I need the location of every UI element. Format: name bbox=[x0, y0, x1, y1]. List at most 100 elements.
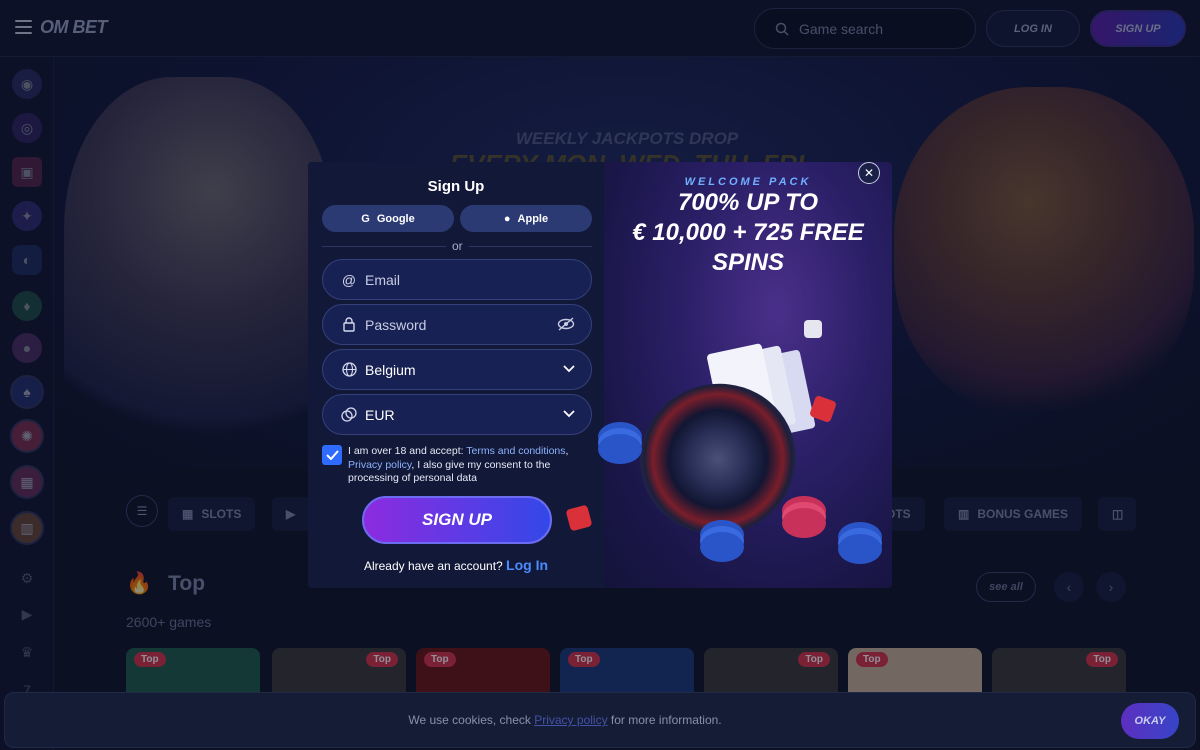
section-title-text: Top bbox=[168, 572, 206, 595]
signup-submit-button[interactable]: SIGN UP bbox=[362, 496, 552, 544]
site-logo[interactable]: OM BET bbox=[40, 17, 108, 38]
sidebar: ◉ ◎ ▣ ✦ ◐ ♦ ● ♠ ✺ ▦ ▥ ⚙ ▶ ♛ 7 bbox=[0, 57, 54, 750]
chevron-down-icon bbox=[563, 362, 575, 376]
welcome-pack-label: WELCOME PACK bbox=[684, 176, 812, 188]
okay-button[interactable]: OKAY bbox=[1121, 703, 1179, 739]
login-prompt: Already have an account? Log In bbox=[308, 557, 604, 573]
country-select[interactable]: Belgium bbox=[322, 349, 592, 390]
video-icon[interactable]: ▶ bbox=[12, 599, 42, 629]
cookie-text: We use cookies, check Privacy policy for… bbox=[5, 713, 1125, 727]
table-icon: ◫ bbox=[1112, 507, 1124, 521]
privacy-policy-link[interactable]: Privacy policy bbox=[534, 713, 607, 727]
controller-icon[interactable]: ◐ bbox=[12, 245, 42, 275]
gift-icon[interactable]: ▦ bbox=[10, 465, 44, 499]
apple-icon: ● bbox=[503, 212, 511, 225]
globe-icon[interactable]: ◉ bbox=[12, 69, 42, 99]
cookie-text-before: We use cookies, check bbox=[408, 713, 535, 727]
chest-icon[interactable]: ▣ bbox=[12, 157, 42, 187]
settings-icon[interactable]: ⚙ bbox=[12, 563, 42, 593]
vip-icon[interactable]: ♛ bbox=[12, 637, 42, 667]
google-icon: G bbox=[361, 212, 370, 225]
signup-modal: Sign Up G Google ● Apple or @ Email Pass… bbox=[308, 162, 892, 588]
checkmark-icon bbox=[325, 450, 339, 460]
offer-line-1: 700% UP TO bbox=[677, 189, 819, 216]
or-separator: or bbox=[446, 239, 469, 253]
offer-line-2: € 10,000 + 725 FREE bbox=[632, 219, 864, 246]
fire-icon: 🔥 bbox=[126, 572, 153, 595]
currency-select[interactable]: EUR bbox=[322, 394, 592, 435]
video-icon: ▶ bbox=[286, 507, 296, 521]
section-title: 🔥 Top bbox=[126, 572, 205, 596]
top-badge: Top bbox=[366, 652, 398, 667]
coins-icon bbox=[341, 407, 357, 423]
poker-chip-icon[interactable]: ♠ bbox=[10, 375, 44, 409]
close-icon[interactable]: ✕ bbox=[858, 162, 880, 184]
magic-icon[interactable]: ✦ bbox=[12, 201, 42, 231]
privacy-link[interactable]: Privacy policy bbox=[348, 459, 411, 471]
wheel-icon[interactable]: ✺ bbox=[10, 419, 44, 453]
game-search-input[interactable]: Game search bbox=[754, 8, 976, 49]
tab-slots[interactable]: ▦ SLOTS bbox=[168, 497, 256, 531]
terms-prefix: I am over 18 and accept: bbox=[348, 445, 467, 457]
already-text: Already have an account? bbox=[363, 559, 507, 573]
next-arrow-icon[interactable]: › bbox=[1096, 572, 1126, 602]
fruit-icon[interactable]: ♦ bbox=[12, 291, 42, 321]
modal-title: Sign Up bbox=[427, 178, 485, 195]
tab-bonus-games[interactable]: ▥ BONUS GAMES bbox=[944, 497, 1083, 531]
top-badge: Top bbox=[798, 652, 830, 667]
at-icon: @ bbox=[341, 271, 357, 288]
email-placeholder: Email bbox=[365, 271, 401, 288]
chips-image bbox=[700, 532, 744, 562]
menu-icon[interactable] bbox=[15, 20, 32, 34]
chips-image bbox=[598, 434, 642, 464]
login-button[interactable]: LOG IN bbox=[986, 10, 1080, 47]
google-label: Google bbox=[376, 212, 415, 225]
see-all-button[interactable]: see all bbox=[976, 572, 1036, 602]
country-value: Belgium bbox=[365, 361, 416, 378]
top-badge: Top bbox=[856, 652, 888, 667]
top-badge: Top bbox=[1086, 652, 1118, 667]
chips-image bbox=[838, 534, 882, 564]
terms-comma: , bbox=[565, 445, 569, 457]
email-field[interactable]: @ Email bbox=[322, 259, 592, 300]
globe-icon bbox=[341, 362, 357, 378]
signup-form: Sign Up G Google ● Apple or @ Email Pass… bbox=[308, 162, 608, 588]
terms-checkbox[interactable] bbox=[322, 445, 342, 465]
target-icon[interactable]: ◎ bbox=[12, 113, 42, 143]
top-badge: Top bbox=[424, 652, 456, 667]
tab-table-games[interactable]: ◫ bbox=[1098, 497, 1136, 531]
top-bar: OM BET Game search LOG IN SIGN UP bbox=[0, 0, 1200, 57]
top-badge: Top bbox=[134, 652, 166, 667]
tab-label: SLOTS bbox=[201, 507, 242, 521]
terms-text: I am over 18 and accept: Terms and condi… bbox=[348, 445, 588, 486]
tab-label: BONUS GAMES bbox=[977, 507, 1069, 521]
eye-hidden-icon[interactable] bbox=[557, 317, 575, 334]
dice-image bbox=[804, 320, 822, 338]
prev-arrow-icon[interactable]: ‹ bbox=[1054, 572, 1084, 602]
welcome-offer: 700% UP TO € 10,000 + 725 FREE SPINS bbox=[604, 188, 892, 278]
currency-value: EUR bbox=[365, 406, 395, 423]
chevron-down-icon bbox=[563, 407, 575, 421]
terms-link[interactable]: Terms and conditions bbox=[466, 445, 565, 457]
games-count: 2600+ games bbox=[126, 614, 212, 630]
header-signup-button[interactable]: SIGN UP bbox=[1090, 10, 1186, 47]
chips-image bbox=[782, 508, 826, 538]
top-badge: Top bbox=[568, 652, 600, 667]
lock-icon bbox=[341, 317, 357, 333]
tournament-icon[interactable]: ▥ bbox=[10, 511, 44, 545]
search-placeholder: Game search bbox=[799, 20, 884, 37]
cookie-banner: We use cookies, check Privacy policy for… bbox=[4, 692, 1196, 748]
apple-signup-button[interactable]: ● Apple bbox=[460, 205, 592, 232]
google-signup-button[interactable]: G Google bbox=[322, 205, 454, 232]
cupcake-icon[interactable]: ● bbox=[12, 333, 42, 363]
slot-icon: ▦ bbox=[182, 507, 194, 521]
password-field[interactable]: Password bbox=[322, 304, 592, 345]
tab-live[interactable]: ▶ bbox=[272, 497, 312, 531]
apple-label: Apple bbox=[517, 212, 549, 225]
search-icon bbox=[775, 22, 789, 36]
cookie-text-after: for more information. bbox=[607, 713, 722, 727]
filter-icon[interactable]: ☰ bbox=[126, 495, 158, 527]
offer-line-3: SPINS bbox=[711, 249, 785, 276]
login-link[interactable]: Log In bbox=[506, 557, 548, 573]
bonus-icon: ▥ bbox=[958, 507, 970, 521]
